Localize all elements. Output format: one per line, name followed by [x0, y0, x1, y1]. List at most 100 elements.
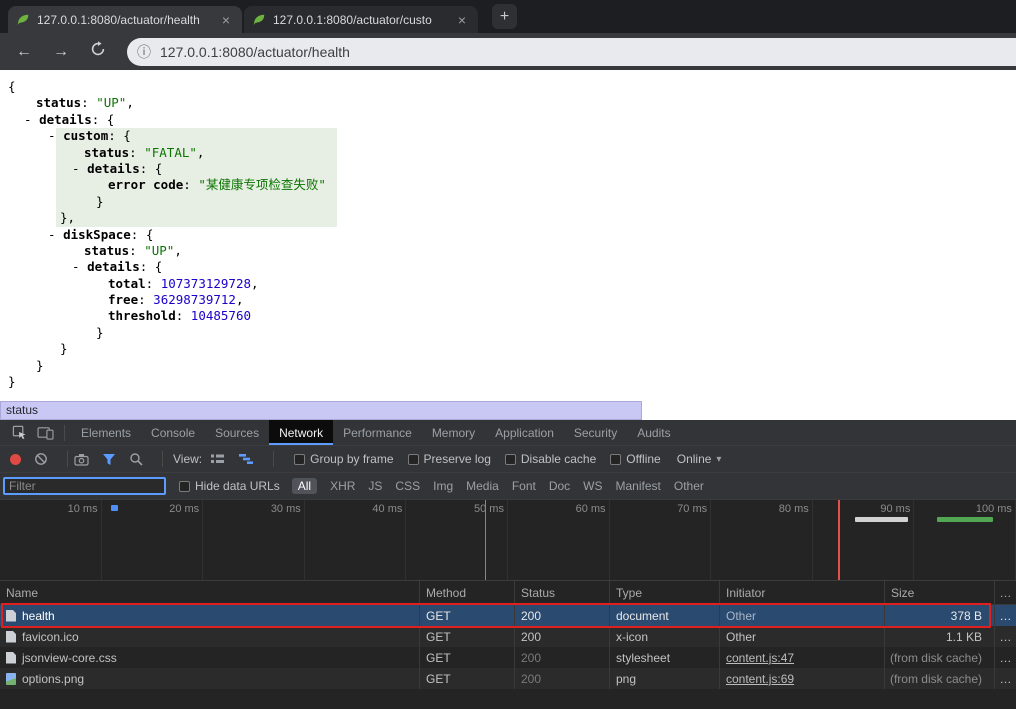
request-initiator[interactable]: content.js:47	[720, 647, 885, 668]
json-line: - details: {	[0, 259, 1016, 275]
timeline-cell: 40 ms	[305, 500, 407, 580]
checkbox-icon[interactable]	[505, 454, 516, 465]
timeline-request-bar	[111, 505, 118, 511]
row-overflow: …	[995, 626, 1016, 647]
resource-type-filter[interactable]: JS	[368, 479, 382, 493]
refresh-button[interactable]	[86, 41, 110, 62]
network-table-header: NameMethodStatusTypeInitiatorSize…	[0, 581, 1016, 605]
checkbox-label: Hide data URLs	[195, 479, 280, 493]
devtools-tab-application[interactable]: Application	[485, 420, 564, 445]
resource-type-filter[interactable]: Img	[433, 479, 453, 493]
resource-type-filter[interactable]: All	[292, 478, 317, 494]
devtools-tab-sources[interactable]: Sources	[205, 420, 269, 445]
devtools-tab-security[interactable]: Security	[564, 420, 627, 445]
json-line: - details: {	[0, 161, 1016, 177]
forward-button[interactable]: →	[49, 43, 73, 61]
device-toolbar-icon[interactable]	[34, 420, 56, 445]
request-size: (from disk cache)	[885, 668, 995, 689]
resource-type-filter[interactable]: Font	[512, 479, 536, 493]
column-header-initiator[interactable]: Initiator	[720, 581, 885, 604]
json-collapse-toggle[interactable]: -	[48, 227, 63, 242]
browser-tab[interactable]: 127.0.0.1:8080/actuator/custo ×	[244, 6, 478, 33]
json-line: free: 36298739712,	[0, 292, 1016, 308]
new-tab-button[interactable]: +	[492, 4, 517, 29]
page-info-icon[interactable]: ⓘ	[137, 42, 151, 62]
filter-icon[interactable]	[102, 453, 116, 466]
request-method: GET	[420, 605, 515, 626]
waterfall-view-icon[interactable]	[238, 453, 254, 465]
tab-title: 127.0.0.1:8080/actuator/health	[37, 13, 211, 27]
request-status: 200	[515, 668, 610, 689]
checkbox-icon[interactable]	[294, 454, 305, 465]
resource-type-filter[interactable]: Other	[674, 479, 704, 493]
checkbox-option[interactable]: Group by frame	[294, 452, 393, 466]
resource-type-filter[interactable]: CSS	[395, 479, 420, 493]
devtools-tab-performance[interactable]: Performance	[333, 420, 422, 445]
json-collapse-toggle[interactable]: -	[24, 112, 39, 127]
timeline-request-bar	[855, 517, 908, 522]
resource-type-filter[interactable]: Doc	[549, 479, 570, 493]
tab-close-icon[interactable]: ×	[218, 12, 234, 28]
url-text: 127.0.0.1:8080/actuator/health	[160, 44, 350, 60]
tab-close-icon[interactable]: ×	[454, 12, 470, 28]
column-header-status[interactable]: Status	[515, 581, 610, 604]
devtools-tab-console[interactable]: Console	[141, 420, 205, 445]
request-initiator[interactable]: content.js:69	[720, 668, 885, 689]
filter-input[interactable]	[3, 477, 166, 495]
column-header-method[interactable]: Method	[420, 581, 515, 604]
resource-type-filter[interactable]: XHR	[330, 479, 355, 493]
json-collapse-toggle[interactable]: -	[72, 259, 87, 274]
json-line: {	[0, 79, 1016, 95]
request-initiator: Other	[720, 605, 885, 626]
network-overview[interactable]: 10 ms 20 ms 30 ms 40 ms 50 ms 60 ms 70 m…	[0, 500, 1016, 581]
column-header-name[interactable]: Name	[0, 581, 420, 604]
checkbox-option[interactable]: Hide data URLs	[179, 479, 280, 493]
search-icon[interactable]	[129, 452, 143, 466]
request-name: favicon.ico	[22, 630, 79, 644]
json-collapse-toggle[interactable]: -	[48, 128, 63, 143]
network-request-row[interactable]: options.png GET 200 png content.js:69 (f…	[0, 668, 1016, 689]
json-token: free	[108, 292, 138, 307]
devtools-tab-memory[interactable]: Memory	[422, 420, 485, 445]
devtools-tab-network[interactable]: Network	[269, 420, 333, 445]
back-button[interactable]: ←	[12, 43, 36, 61]
clear-button[interactable]	[34, 452, 48, 466]
checkbox-label: Disable cache	[521, 452, 596, 466]
column-header-size[interactable]: Size	[885, 581, 995, 604]
timeline-cell: 90 ms	[813, 500, 915, 580]
resource-type-filter[interactable]: Manifest	[616, 479, 661, 493]
plus-icon: +	[500, 8, 509, 26]
column-header-type[interactable]: Type	[610, 581, 720, 604]
record-button[interactable]	[10, 454, 21, 465]
network-request-row[interactable]: jsonview-core.css GET 200 stylesheet con…	[0, 647, 1016, 668]
timeline-cell: 70 ms	[610, 500, 712, 580]
devtools-tab-audits[interactable]: Audits	[627, 420, 680, 445]
json-line: }	[0, 194, 1016, 210]
checkbox-icon[interactable]	[610, 454, 621, 465]
throttling-dropdown[interactable]: Online ▾	[677, 452, 722, 466]
address-bar[interactable]: ⓘ 127.0.0.1:8080/actuator/health	[127, 38, 1016, 66]
resource-type-filter[interactable]: Media	[466, 479, 499, 493]
network-request-row[interactable]: health GET 200 document Other 378 B …	[0, 605, 1016, 626]
capture-screenshots-icon[interactable]	[74, 453, 89, 466]
checkbox-option[interactable]: Offline	[610, 452, 660, 466]
json-token: 36298739712	[153, 292, 236, 307]
resource-type-filter[interactable]: WS	[583, 479, 602, 493]
toolbar-checkboxes: Group by frame Preserve log Disable cach…	[280, 452, 661, 466]
json-token: diskSpace	[63, 227, 131, 242]
json-token: }	[8, 374, 16, 389]
json-token: :	[146, 276, 161, 291]
checkbox-option[interactable]: Disable cache	[505, 452, 596, 466]
network-request-row[interactable]: favicon.ico GET 200 x-icon Other 1.1 KB …	[0, 626, 1016, 647]
devtools-tab-elements[interactable]: Elements	[71, 420, 141, 445]
checkbox-option[interactable]: Preserve log	[408, 452, 491, 466]
inspect-icon[interactable]	[8, 420, 30, 445]
json-viewer: {status: "UP",- details: {- custom: {sta…	[0, 79, 1016, 390]
json-collapse-toggle[interactable]: -	[72, 161, 87, 176]
browser-tab[interactable]: 127.0.0.1:8080/actuator/health ×	[8, 6, 242, 33]
checkbox-icon[interactable]	[408, 454, 419, 465]
request-type: document	[610, 605, 720, 626]
list-view-icon[interactable]	[210, 453, 225, 465]
devtools-tab-label: Elements	[81, 426, 131, 440]
checkbox-icon[interactable]	[179, 481, 190, 492]
